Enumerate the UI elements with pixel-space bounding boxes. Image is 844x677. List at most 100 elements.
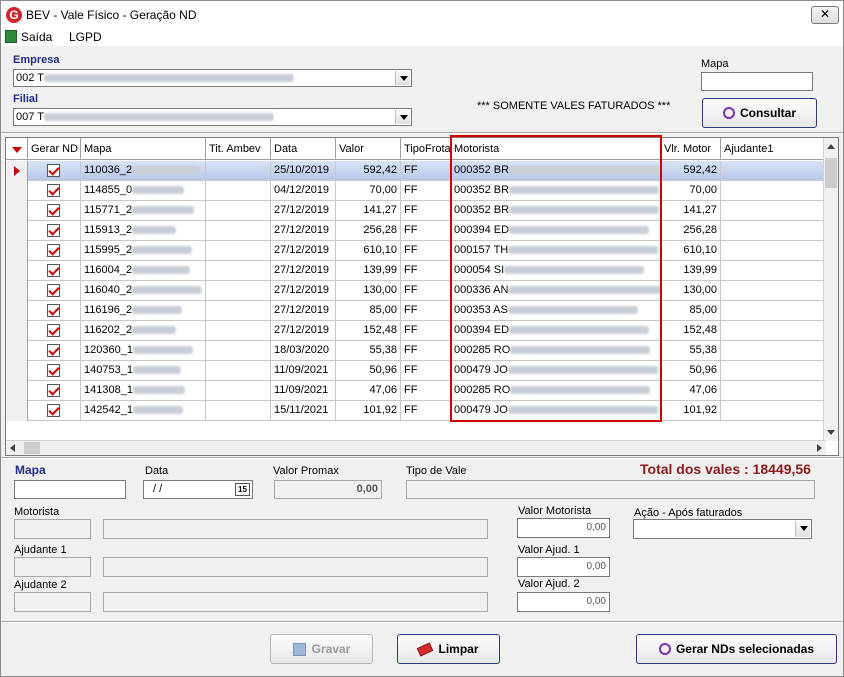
gerar-nd-cell[interactable] <box>28 341 81 361</box>
col-ajudante1[interactable]: Ajudante1 <box>721 138 826 160</box>
chevron-down-icon[interactable] <box>795 521 810 537</box>
data-input[interactable]: / / 15 <box>143 480 253 499</box>
table-row[interactable]: 115913_2 27/12/2019 256,28 FF 000394 ED 256,2… <box>6 221 826 241</box>
tipo-frota-cell: FF <box>401 261 451 281</box>
gerar-nd-cell[interactable] <box>28 181 81 201</box>
row-header[interactable] <box>6 361 28 381</box>
gravar-label: Gravar <box>311 642 351 656</box>
gerar-nd-checkbox[interactable] <box>47 304 60 317</box>
row-header[interactable] <box>6 321 28 341</box>
gerar-nds-button[interactable]: Gerar NDs selecionadas <box>636 634 837 664</box>
tit-ambev-cell <box>206 161 271 181</box>
row-header[interactable] <box>6 241 28 261</box>
row-header[interactable] <box>6 221 28 241</box>
gerar-nd-cell[interactable] <box>28 381 81 401</box>
gerar-nd-checkbox[interactable] <box>47 344 60 357</box>
table-row[interactable]: 114855_0 04/12/2019 70,00 FF 000352 BR 70,00 <box>6 181 826 201</box>
gravar-button[interactable]: Gravar <box>270 634 373 664</box>
vales-grid[interactable]: Gerar ND Mapa Tit. Ambev Data Valor Tipo… <box>5 137 839 456</box>
table-row[interactable]: 116202_2 27/12/2019 152,48 FF 000394 ED 152,4… <box>6 321 826 341</box>
gerar-nd-checkbox[interactable] <box>47 164 60 177</box>
gerar-nd-checkbox[interactable] <box>47 264 60 277</box>
horizontal-scrollbar[interactable] <box>6 440 826 455</box>
col-motorista[interactable]: Motorista <box>451 138 661 160</box>
table-row[interactable]: 115995_2 27/12/2019 610,10 FF 000157 TH 610,1… <box>6 241 826 261</box>
empresa-select[interactable]: 002 T <box>13 69 412 87</box>
tipo-frota-cell: FF <box>401 241 451 261</box>
close-button[interactable]: ✕ <box>811 6 839 24</box>
gerar-nd-checkbox[interactable] <box>47 224 60 237</box>
col-valor[interactable]: Valor <box>336 138 401 160</box>
col-gerar-nd[interactable]: Gerar ND <box>28 138 81 160</box>
row-header[interactable] <box>6 201 28 221</box>
gerar-nd-checkbox[interactable] <box>47 364 60 377</box>
col-mapa[interactable]: Mapa <box>81 138 206 160</box>
chevron-left-icon[interactable] <box>10 444 15 452</box>
row-header[interactable] <box>6 401 28 421</box>
table-row[interactable]: 142542_1 15/11/2021 101,92 FF 000479 JO 101,9… <box>6 401 826 421</box>
row-header[interactable] <box>6 281 28 301</box>
row-header[interactable] <box>6 301 28 321</box>
acao-select[interactable] <box>633 519 812 539</box>
gerar-nd-checkbox[interactable] <box>47 244 60 257</box>
gerar-nd-checkbox[interactable] <box>47 284 60 297</box>
consultar-button[interactable]: Consultar <box>702 98 817 128</box>
table-row[interactable]: 116040_2 27/12/2019 130,00 FF 000336 AN 130,0… <box>6 281 826 301</box>
valor-ajud1-input[interactable]: 0,00 <box>517 557 610 577</box>
chevron-down-icon[interactable] <box>827 430 835 435</box>
gerar-nd-cell[interactable] <box>28 321 81 341</box>
gerar-nd-cell[interactable] <box>28 241 81 261</box>
gerar-nd-checkbox[interactable] <box>47 404 60 417</box>
limpar-button[interactable]: Limpar <box>397 634 500 664</box>
table-row[interactable]: 115771_2 27/12/2019 141,27 FF 000352 BR 141,2… <box>6 201 826 221</box>
chevron-up-icon[interactable] <box>827 144 835 149</box>
row-header[interactable] <box>6 181 28 201</box>
tipo-frota-cell: FF <box>401 321 451 341</box>
table-row[interactable]: 116004_2 27/12/2019 139,99 FF 000054 SI 139,9… <box>6 261 826 281</box>
gerar-nd-cell[interactable] <box>28 201 81 221</box>
gerar-nd-cell[interactable] <box>28 221 81 241</box>
chevron-down-icon[interactable] <box>395 110 410 124</box>
vertical-scrollbar[interactable] <box>823 138 838 441</box>
gerar-nd-cell[interactable] <box>28 161 81 181</box>
valor-cell: 592,42 <box>336 161 401 181</box>
col-tit-ambev[interactable]: Tit. Ambev <box>206 138 271 160</box>
hscroll-thumb[interactable] <box>24 442 40 454</box>
table-row[interactable]: 141308_1 11/09/2021 47,06 FF 000285 RO 47,06 <box>6 381 826 401</box>
col-data[interactable]: Data <box>271 138 336 160</box>
row-header[interactable] <box>6 161 28 181</box>
chevron-down-icon[interactable] <box>395 71 410 85</box>
tit-ambev-cell <box>206 181 271 201</box>
calendar-icon[interactable]: 15 <box>235 483 250 496</box>
row-header[interactable] <box>6 381 28 401</box>
table-row[interactable]: 140753_1 11/09/2021 50,96 FF 000479 JO 50,96 <box>6 361 826 381</box>
table-row[interactable]: 116196_2 27/12/2019 85,00 FF 000353 AS 85,00 <box>6 301 826 321</box>
gerar-nd-cell[interactable] <box>28 261 81 281</box>
col-tipo-frota[interactable]: TipoFrota <box>401 138 451 160</box>
vlr-motor-cell: 70,00 <box>661 181 721 201</box>
mapa-filter-input[interactable] <box>701 72 813 91</box>
row-header[interactable] <box>6 341 28 361</box>
gerar-nd-cell[interactable] <box>28 401 81 421</box>
table-row[interactable]: 110036_2 25/10/2019 592,42 FF 000352 BR 592,4… <box>6 161 826 181</box>
menu-saida[interactable]: Saída <box>21 30 52 44</box>
valor-motorista-input[interactable]: 0,00 <box>517 518 610 538</box>
window-title: BEV - Vale Físico - Geração ND <box>26 8 197 22</box>
valor-ajud2-input[interactable]: 0,00 <box>517 592 610 612</box>
col-vlr-motor[interactable]: Vlr. Motor <box>661 138 721 160</box>
gerar-nd-checkbox[interactable] <box>47 324 60 337</box>
chevron-right-icon[interactable] <box>817 444 822 452</box>
table-row[interactable]: 120360_1 18/03/2020 55,38 FF 000285 RO 55,38 <box>6 341 826 361</box>
menu-lgpd[interactable]: LGPD <box>69 30 102 44</box>
scroll-thumb[interactable] <box>825 158 837 188</box>
row-header[interactable] <box>6 261 28 281</box>
gerar-nd-checkbox[interactable] <box>47 204 60 217</box>
mapa-detail-input[interactable] <box>14 480 126 499</box>
filial-select[interactable]: 007 T <box>13 108 412 126</box>
gerar-nd-cell[interactable] <box>28 301 81 321</box>
gerar-nd-checkbox[interactable] <box>47 184 60 197</box>
gerar-nd-cell[interactable] <box>28 361 81 381</box>
gerar-nd-cell[interactable] <box>28 281 81 301</box>
header-corner[interactable] <box>6 138 28 160</box>
gerar-nd-checkbox[interactable] <box>47 384 60 397</box>
